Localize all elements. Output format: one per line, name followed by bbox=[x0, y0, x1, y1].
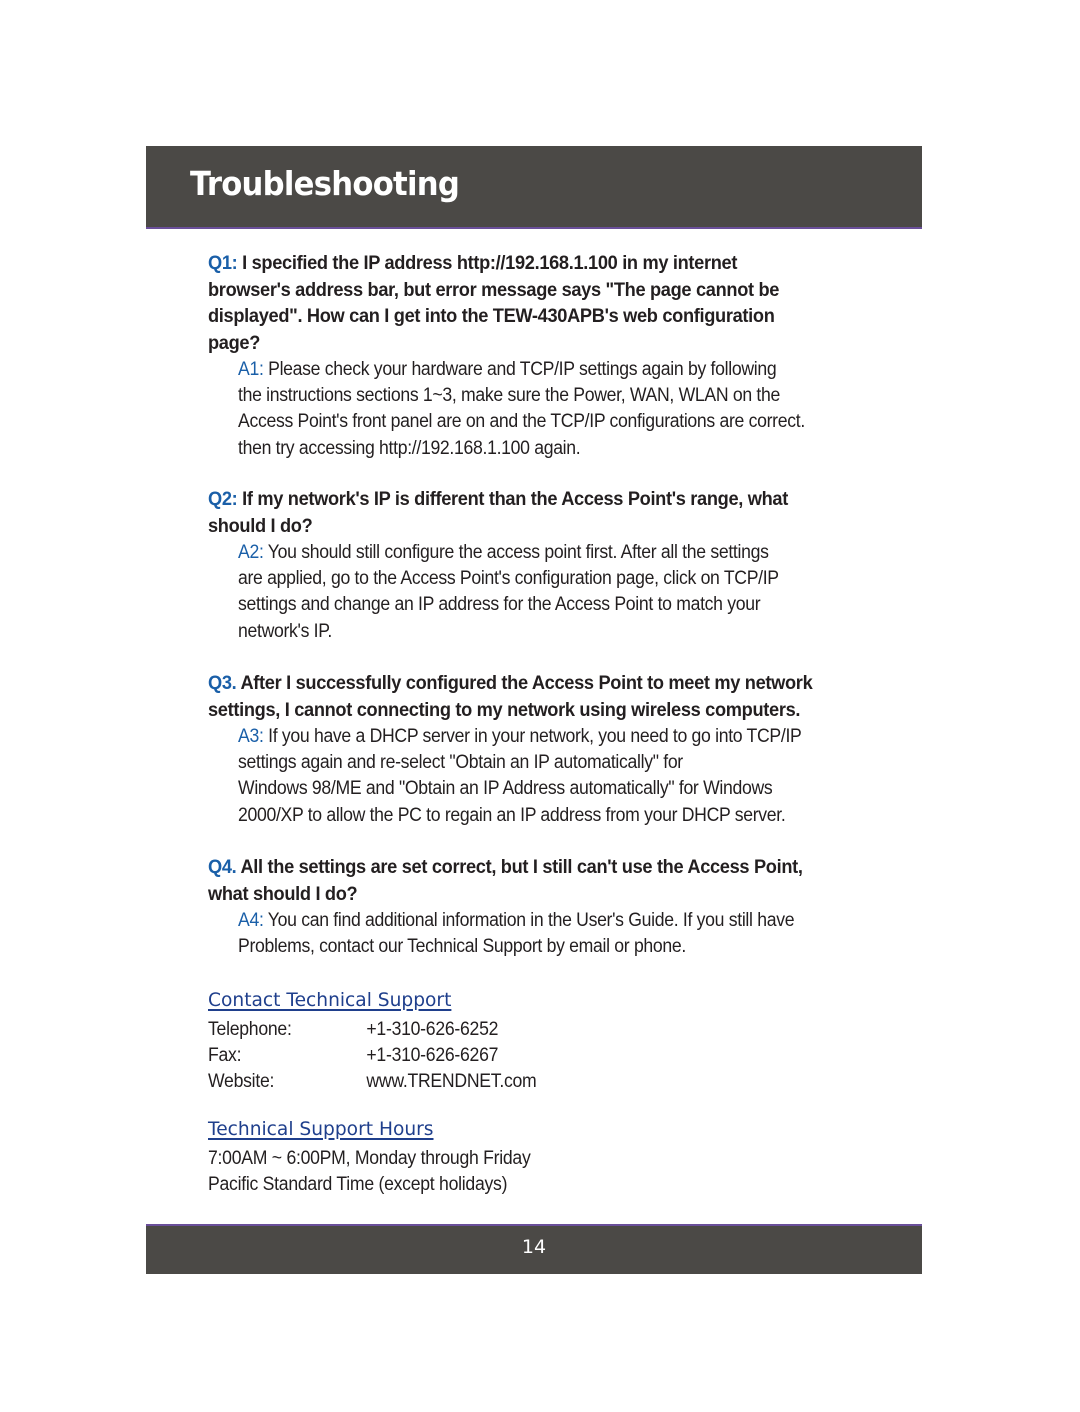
faq-item-1: Q1: I specified the IP address http://19… bbox=[208, 250, 888, 461]
question-text: displayed". How can I get into the TEW-4… bbox=[208, 305, 775, 327]
answer-label: A2: bbox=[238, 541, 264, 563]
answer-1: A1: Please check your hardware and TCP/I… bbox=[238, 356, 886, 461]
answer-4: A4: You can find additional information … bbox=[238, 907, 886, 959]
answer-text: Please check your hardware and TCP/IP se… bbox=[263, 358, 777, 380]
question-label: Q3. bbox=[208, 672, 237, 694]
contact-row-telephone: Telephone: +1-310-626-6252 bbox=[208, 1016, 536, 1042]
question-text: settings, I cannot connecting to my netw… bbox=[208, 698, 801, 721]
contact-table: Telephone: +1-310-626-6252 Fax: +1-310-6… bbox=[208, 1016, 537, 1095]
fax-value: +1-310-626-6267 bbox=[366, 1044, 499, 1067]
answer-text: Problems, contact our Technical Support … bbox=[238, 935, 687, 958]
support-hours: 7:00AM ~ 6:00PM, Monday through Friday P… bbox=[208, 1145, 531, 1197]
hours-line: 7:00AM ~ 6:00PM, Monday through Friday bbox=[208, 1147, 531, 1169]
telephone-value: +1-310-626-6252 bbox=[366, 1018, 499, 1040]
faq-item-3: Q3. After I successfully configured the … bbox=[208, 670, 888, 828]
faq-item-2: Q2: If my network's IP is different than… bbox=[208, 486, 888, 644]
question-text: page? bbox=[208, 331, 261, 354]
contact-label: Telephone: bbox=[208, 1018, 292, 1040]
question-text: After I successfully configured the Acce… bbox=[236, 672, 813, 694]
question-text: All the settings are set correct, but I … bbox=[236, 856, 803, 878]
answer-text: the instructions sections 1~3, make sure… bbox=[238, 384, 780, 407]
question-3: Q3. After I successfully configured the … bbox=[208, 670, 887, 723]
answer-label: A4: bbox=[238, 909, 264, 931]
question-label: Q2: bbox=[208, 488, 238, 510]
page-title: Troubleshooting bbox=[190, 164, 460, 203]
answer-text: You should still configure the access po… bbox=[263, 541, 769, 563]
answer-text: are applied, go to the Access Point's co… bbox=[238, 567, 779, 590]
website-value: www.TRENDNET.com bbox=[366, 1070, 537, 1093]
answer-text: then try accessing http://192.168.1.100 … bbox=[238, 436, 581, 459]
question-4: Q4. All the settings are set correct, bu… bbox=[208, 854, 887, 907]
answer-text: network's IP. bbox=[238, 619, 333, 642]
answer-text: settings again and re-select "Obtain an … bbox=[238, 751, 683, 774]
contact-row-fax: Fax: +1-310-626-6267 bbox=[208, 1042, 536, 1068]
answer-text: settings and change an IP address for th… bbox=[238, 593, 761, 616]
contact-heading: Contact Technical Support bbox=[208, 989, 452, 1011]
contact-label: Fax: bbox=[208, 1044, 242, 1067]
answer-3: A3: If you have a DHCP server in your ne… bbox=[238, 723, 886, 828]
answer-text: 2000/XP to allow the PC to regain an IP … bbox=[238, 803, 786, 826]
page-number: 14 bbox=[521, 1236, 547, 1258]
answer-label: A1: bbox=[238, 358, 264, 380]
question-label: Q4. bbox=[208, 856, 237, 878]
hours-heading: Technical Support Hours bbox=[208, 1118, 434, 1140]
hours-line: Pacific Standard Time (except holidays) bbox=[208, 1173, 508, 1196]
answer-text: Access Point's front panel are on and th… bbox=[238, 410, 805, 433]
faq-item-4: Q4. All the settings are set correct, bu… bbox=[208, 854, 888, 959]
question-text: should I do? bbox=[208, 514, 313, 537]
footer-bar: 14 bbox=[146, 1224, 922, 1274]
answer-2: A2: You should still configure the acces… bbox=[238, 539, 886, 644]
question-text: browser's address bar, but error message… bbox=[208, 278, 780, 301]
contact-label: Website: bbox=[208, 1070, 275, 1093]
question-1: Q1: I specified the IP address http://19… bbox=[208, 250, 887, 356]
header-bar: Troubleshooting bbox=[146, 146, 922, 229]
question-text: I specified the IP address http://192.16… bbox=[237, 252, 738, 274]
question-text: what should I do? bbox=[208, 882, 358, 905]
answer-label: A3: bbox=[238, 725, 264, 747]
question-text: If my network's IP is different than the… bbox=[237, 488, 788, 510]
answer-text: If you have a DHCP server in your networ… bbox=[263, 725, 802, 747]
contact-row-website: Website: www.TRENDNET.com bbox=[208, 1068, 537, 1094]
answer-text: You can find additional information in t… bbox=[263, 909, 795, 931]
question-2: Q2: If my network's IP is different than… bbox=[208, 486, 887, 539]
answer-text: Windows 98/ME and "Obtain an IP Address … bbox=[238, 777, 773, 800]
question-label: Q1: bbox=[208, 252, 238, 274]
